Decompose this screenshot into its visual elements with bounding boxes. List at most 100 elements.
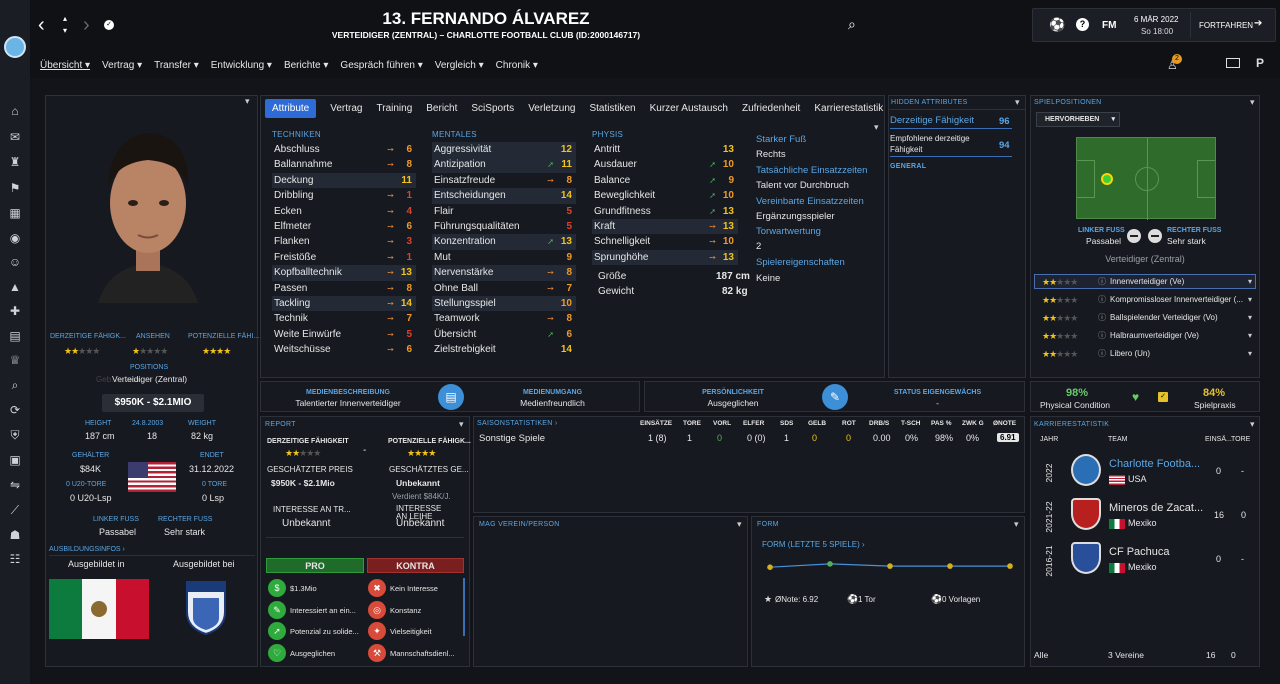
tab-attributes[interactable]: Attribute <box>265 99 317 118</box>
tab-scisports[interactable]: SciSports <box>471 103 514 114</box>
chevron-down-icon[interactable]: ▾ <box>1248 293 1252 307</box>
attribute-row[interactable]: Grundfitness ➚ 13 <box>592 204 738 219</box>
calendar-icon[interactable]: ▤ <box>8 329 22 343</box>
attribute-row[interactable]: Beweglichkeit ➚ 10 <box>592 188 738 203</box>
attribute-row[interactable]: Abschluss ➙ 6 <box>272 142 416 157</box>
attribute-row[interactable]: Ecken ➙ 4 <box>272 204 416 219</box>
likes-menu-icon[interactable]: ▾ <box>737 519 742 530</box>
menu-compare[interactable]: Vergleich ▾ <box>435 60 484 71</box>
attribute-row[interactable]: Flair 5 <box>432 204 576 219</box>
form-point[interactable] <box>767 564 773 570</box>
highlight-dropdown[interactable]: HERVORHEBEN ▾ <box>1036 112 1120 127</box>
career-menu-icon[interactable]: ▾ <box>1250 419 1255 430</box>
menu-talk[interactable]: Gespräch führen ▾ <box>340 60 422 71</box>
info-icon[interactable]: ⓘ <box>1098 329 1106 343</box>
season-col-header[interactable]: ROT <box>842 420 856 427</box>
attribute-row[interactable]: Passen ➙ 8 <box>272 281 416 296</box>
chevron-down-icon[interactable]: ▾ <box>1248 347 1252 361</box>
squad-icon[interactable]: ♜ <box>8 155 22 169</box>
tab-career[interactable]: Karrierestatistik <box>814 103 883 114</box>
people-icon[interactable]: ☷ <box>8 552 22 566</box>
career-team[interactable]: CF Pachuca <box>1109 546 1170 558</box>
season-col-header[interactable]: TORE <box>683 420 701 427</box>
attribute-row[interactable]: Freistöße ➙ 1 <box>272 250 416 265</box>
analysis-icon[interactable]: ⟋ <box>8 503 22 517</box>
home-icon[interactable]: ⌂ <box>8 104 22 118</box>
attribute-row[interactable]: Kopfballtechnik ➙ 13 <box>272 265 416 281</box>
form-point[interactable] <box>827 561 833 567</box>
options-icon[interactable]: ✓ <box>104 20 114 30</box>
role-row[interactable]: ★★★★★ ⓘ Libero (Un) ▾ <box>1036 347 1256 361</box>
season-col-header[interactable]: T-SCH <box>901 420 921 427</box>
attribute-row[interactable]: Tackling ➙ 14 <box>272 295 416 312</box>
tab-report[interactable]: Bericht <box>426 103 457 114</box>
season-col-header[interactable]: SDS <box>780 420 793 427</box>
form-subtitle[interactable]: FORM (LETZTE 5 SPIELE) › <box>762 540 865 549</box>
tabs-menu-icon[interactable]: ▾ <box>874 122 879 133</box>
season-col-header[interactable]: ZWK G <box>962 420 984 427</box>
up-icon[interactable]: ▴ <box>63 14 67 23</box>
attribute-row[interactable]: Ausdauer ➚ 10 <box>592 157 738 172</box>
menu-contract[interactable]: Vertrag ▾ <box>102 60 142 71</box>
attribute-row[interactable]: Weitschüsse ➙ 6 <box>272 342 416 357</box>
attribute-row[interactable]: Flanken ➙ 3 <box>272 234 416 249</box>
help-icon[interactable]: ? <box>1076 18 1089 31</box>
transfers-icon[interactable]: ⟳ <box>8 403 22 417</box>
attribute-row[interactable]: Antizipation ➚ 11 <box>432 157 576 173</box>
manager-icon[interactable]: ☗ <box>8 528 22 542</box>
attribute-row[interactable]: Nervenstärke ➙ 8 <box>432 265 576 281</box>
attribute-row[interactable]: Sprunghöhe ➙ 13 <box>592 249 738 266</box>
training-info-link[interactable]: AUSBILDUNGSINFOS › <box>49 546 125 553</box>
data-icon[interactable]: ▦ <box>8 206 22 220</box>
ball-icon[interactable]: ⚽ <box>1049 17 1065 33</box>
attribute-row[interactable]: Zielstrebigkeit 14 <box>432 342 576 357</box>
inbox-icon[interactable]: ✉ <box>8 130 22 144</box>
attribute-row[interactable]: Technik ➙ 7 <box>272 311 416 326</box>
tab-short-talk[interactable]: Kurzer Austausch <box>650 103 728 114</box>
menu-overview[interactable]: Übersicht ▾ <box>40 60 90 71</box>
chevron-down-icon[interactable]: ▾ <box>1248 311 1252 325</box>
attribute-row[interactable]: Balance ➚ 9 <box>592 173 738 188</box>
form-menu-icon[interactable]: ▾ <box>1014 519 1019 530</box>
attribute-row[interactable]: Übersicht ➚ 6 <box>432 327 576 342</box>
season-col-header[interactable]: VORL <box>713 420 731 427</box>
season-col-header[interactable]: EINSÄTZE <box>640 420 672 427</box>
attribute-row[interactable]: Kraft ➙ 13 <box>592 218 738 235</box>
pin-icon[interactable]: P <box>1256 56 1264 70</box>
season-col-header[interactable]: ØNOTE <box>993 420 1016 427</box>
trophy-icon[interactable]: ♕ <box>8 353 22 367</box>
attribute-row[interactable]: Elfmeter ➙ 6 <box>272 219 416 234</box>
attribute-row[interactable]: Konzentration ➚ 13 <box>432 234 576 250</box>
attribute-row[interactable]: Schnelligkeit ➙ 10 <box>592 234 738 249</box>
attribute-row[interactable]: Mut 9 <box>432 250 576 265</box>
fm-label[interactable]: FM <box>1102 20 1116 31</box>
attribute-row[interactable]: Ohne Ball ➙ 7 <box>432 281 576 296</box>
attribute-row[interactable]: Dribbling ➙ 1 <box>272 188 416 203</box>
scouting-icon[interactable]: ◉ <box>8 231 22 245</box>
hidden-menu-icon[interactable]: ▾ <box>1015 97 1020 108</box>
role-row[interactable]: ★★★★★ ⓘ Halbraumverteidiger (Ve) ▾ <box>1036 329 1256 343</box>
season-title[interactable]: SAISONSTATISTIKEN › <box>477 420 558 427</box>
season-col-header[interactable]: DRB/S <box>869 420 889 427</box>
season-col-header[interactable]: ELFER <box>743 420 764 427</box>
attribute-row[interactable]: Deckung 11 <box>272 172 416 189</box>
dev-icon[interactable]: ⇋ <box>8 478 22 492</box>
attribute-row[interactable]: Führungsqualitäten 5 <box>432 219 576 234</box>
tab-contract[interactable]: Vertrag <box>330 103 362 114</box>
season-col-header[interactable]: GELB <box>808 420 826 427</box>
chevron-down-icon[interactable]: ▾ <box>1248 275 1252 289</box>
club-logo[interactable] <box>4 36 26 58</box>
screen-icon[interactable] <box>1226 58 1240 68</box>
tab-happiness[interactable]: Zufriedenheit <box>742 103 800 114</box>
season-col-header[interactable]: PAS % <box>931 420 951 427</box>
role-row[interactable]: ★★★★★ ⓘ Ballspielender Verteidiger (Vo) ▾ <box>1036 311 1256 325</box>
attribute-row[interactable]: Teamwork ➙ 8 <box>432 311 576 326</box>
form-point[interactable] <box>1007 563 1013 569</box>
search-icon[interactable]: ⌕ <box>848 16 856 33</box>
career-team[interactable]: Mineros de Zacat... <box>1109 502 1203 514</box>
club-icon[interactable]: ⛨ <box>8 428 22 442</box>
attribute-row[interactable]: Entscheidungen 14 <box>432 188 576 204</box>
attribute-row[interactable]: Weite Einwürfe ➙ 5 <box>272 327 416 342</box>
info-icon[interactable]: ⓘ <box>1098 275 1106 289</box>
chevron-down-icon[interactable]: ▾ <box>1248 329 1252 343</box>
